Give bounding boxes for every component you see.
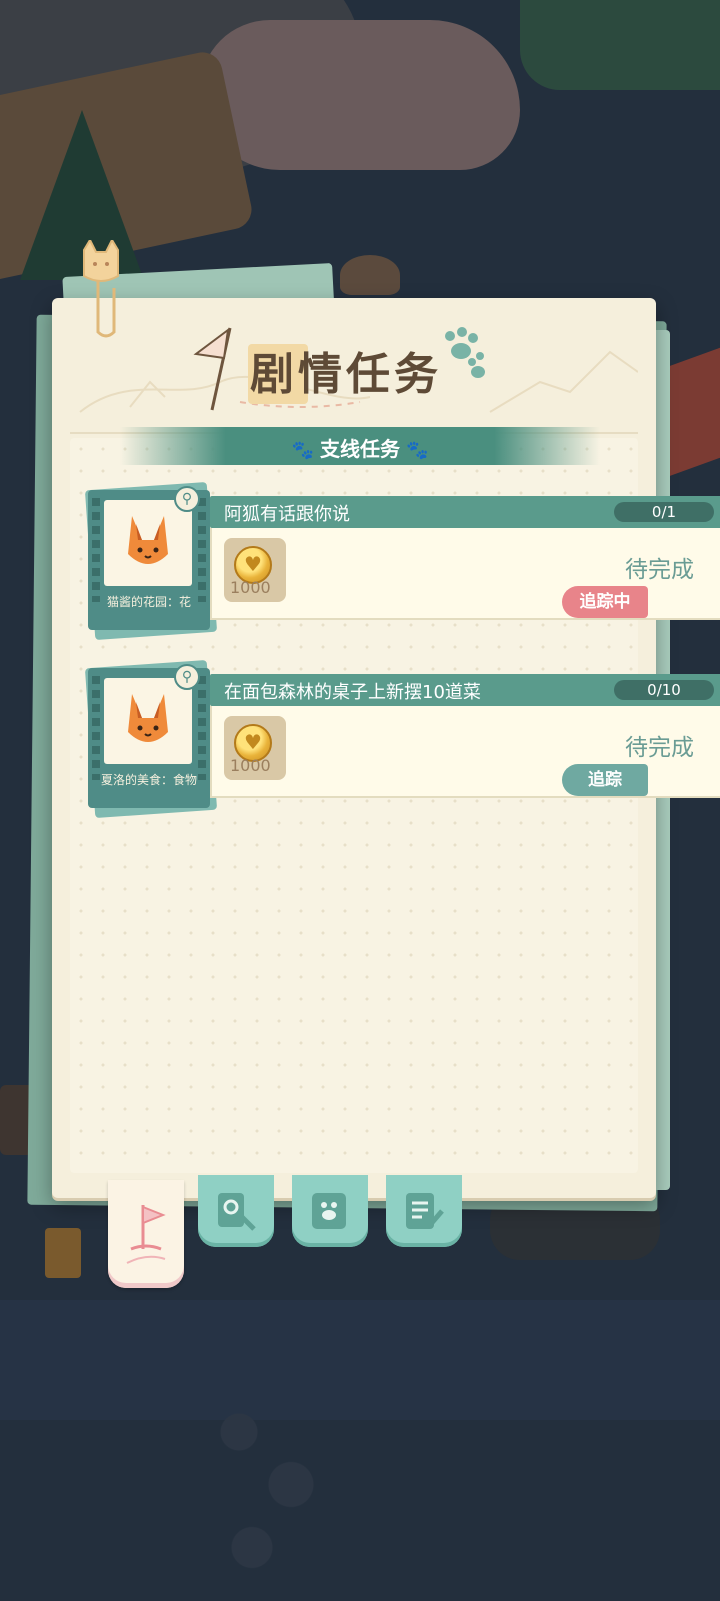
paw-print-icon	[445, 327, 485, 378]
paw-icon: 🐾	[291, 440, 314, 461]
reward-amount: 1000	[230, 578, 271, 597]
story-flag-icon	[126, 1205, 166, 1264]
subtitle-banner: 🐾 支线任务 🐾	[120, 427, 600, 465]
reward-slot[interactable]: ♥ 1000	[224, 538, 286, 602]
panel-title: 剧情任务	[193, 327, 518, 411]
quest-progress: 0/10	[614, 680, 714, 700]
quest-progress: 0/1	[614, 502, 714, 522]
tab-story[interactable]	[108, 1180, 184, 1288]
fox-avatar-icon	[128, 516, 168, 564]
settings-tools-icon	[218, 1193, 256, 1231]
subtitle-text: 支线任务	[320, 437, 400, 461]
quest-header: 阿狐有话跟你说 0/1	[210, 496, 720, 528]
tab-notes[interactable]	[386, 1175, 462, 1247]
quest-name: 在面包森林的桌子上新摆10道菜	[224, 682, 481, 703]
quest-status: 待完成	[625, 735, 694, 761]
fox-avatar-icon	[128, 694, 168, 742]
paw-icon: 🐾	[406, 440, 429, 461]
quest-header: 在面包森林的桌子上新摆10道菜 0/10	[210, 674, 720, 706]
track-button[interactable]: 追踪	[562, 764, 648, 796]
magnifier-icon[interactable]: ⚲	[174, 486, 200, 512]
cat-paperclip-icon	[78, 237, 122, 340]
reward-amount: 1000	[230, 756, 271, 775]
quest-item[interactable]: 夏洛的美食：食物 ⚲ 在面包森林的桌子上新摆10道菜 0/10 ♥ 1000 待…	[84, 659, 720, 819]
magnifier-icon[interactable]: ⚲	[174, 664, 200, 690]
quest-chapter-label: 夏洛的美食：食物	[100, 773, 197, 787]
notebook-edit-icon	[406, 1193, 444, 1229]
tab-settings[interactable]	[198, 1175, 274, 1247]
quest-name: 阿狐有话跟你说	[224, 504, 350, 525]
quest-item[interactable]: 猫酱的花园：花 ⚲ 阿狐有话跟你说 0/1 ♥ 1000 待完成 追踪中	[84, 481, 720, 641]
tab-pets[interactable]	[292, 1175, 368, 1247]
lantern-box	[45, 1228, 81, 1278]
panel-title-text: 剧情任务	[250, 349, 442, 400]
quest-status: 待完成	[625, 557, 694, 583]
track-button[interactable]: 追踪中	[562, 586, 648, 618]
quest-chapter-label: 猫酱的花园：花	[106, 595, 191, 609]
pet-photo-icon	[312, 1193, 346, 1229]
reward-slot[interactable]: ♥ 1000	[224, 716, 286, 780]
